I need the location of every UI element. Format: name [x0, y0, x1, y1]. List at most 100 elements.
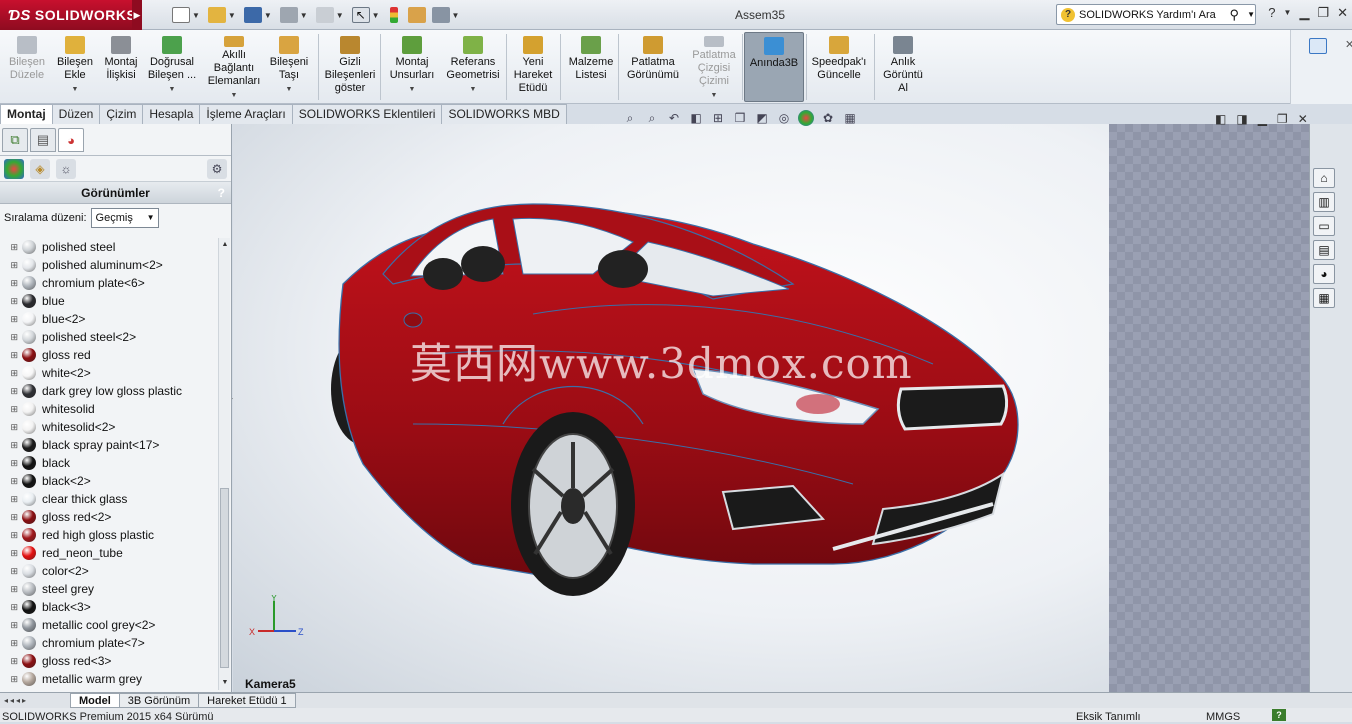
- help-search-input[interactable]: SOLIDWORKS Yardım'ı Ara: [1079, 9, 1216, 21]
- expand-icon[interactable]: ⊞: [4, 566, 18, 577]
- file-explorer-icon[interactable]: ▭: [1313, 216, 1335, 236]
- custom-properties-icon[interactable]: ▦: [1313, 288, 1335, 308]
- ribbon-button-1[interactable]: Bileşen Ekle ▼: [54, 32, 96, 102]
- expand-icon[interactable]: ⊞: [4, 584, 18, 595]
- scroll-up-icon[interactable]: ▲: [219, 238, 231, 252]
- list-item[interactable]: ⊞ whitesolid: [0, 400, 218, 418]
- bottom-tab-0[interactable]: Model: [70, 693, 120, 708]
- decals-icon[interactable]: ◈: [30, 159, 50, 179]
- ribbon-dropdown-icon[interactable]: ▼: [231, 89, 238, 102]
- ribbon-button-11[interactable]: Patlatma Görünümü: [622, 32, 684, 102]
- bottom-tab-2[interactable]: Hareket Etüdü 1: [198, 693, 296, 708]
- expand-icon[interactable]: ⊞: [4, 620, 18, 631]
- ribbon-dropdown-icon[interactable]: ▼: [470, 83, 477, 96]
- bottom-tab-1[interactable]: 3B Görünüm: [118, 693, 200, 708]
- list-item[interactable]: ⊞ red high gloss plastic: [0, 526, 218, 544]
- expand-icon[interactable]: ⊞: [4, 656, 18, 667]
- tab-4[interactable]: İşleme Araçları: [199, 104, 293, 124]
- ribbon-dropdown-icon[interactable]: ▼: [169, 83, 176, 96]
- search-dropdown-icon[interactable]: ▼: [1247, 10, 1255, 19]
- tab-6[interactable]: SOLIDWORKS MBD: [441, 104, 567, 124]
- property-manager-tab-icon[interactable]: ▤: [30, 128, 56, 152]
- tab-5[interactable]: SOLIDWORKS Eklentileri: [291, 104, 443, 124]
- scroll-thumb[interactable]: [220, 488, 229, 668]
- expand-icon[interactable]: ⊞: [4, 494, 18, 505]
- ribbon-dropdown-icon[interactable]: ▼: [711, 89, 718, 102]
- car-model[interactable]: [233, 124, 1109, 692]
- list-item[interactable]: ⊞ white<2>: [0, 364, 218, 382]
- ribbon-button-9[interactable]: Yeni Hareket Etüdü: [508, 32, 558, 102]
- zoom-to-fit-icon[interactable]: ⌕: [622, 110, 638, 126]
- display-options-icon[interactable]: ⚙: [207, 159, 227, 179]
- restore-icon[interactable]: ❐: [1317, 5, 1329, 21]
- menu-expand-arrow[interactable]: ▶: [132, 0, 142, 30]
- ribbon-button-7[interactable]: Montaj Unsurları ▼: [384, 32, 440, 102]
- list-item[interactable]: ⊞ chromium plate<6>: [0, 274, 218, 292]
- select-cursor-icon[interactable]: ↖: [351, 7, 370, 23]
- list-item[interactable]: ⊞ metallic cool grey<2>: [0, 616, 218, 634]
- expand-icon[interactable]: ⊞: [4, 368, 18, 379]
- undo-icon[interactable]: [315, 7, 334, 23]
- list-item[interactable]: ⊞ polished aluminum<2>: [0, 256, 218, 274]
- list-item[interactable]: ⊞ blue<2>: [0, 310, 218, 328]
- list-item[interactable]: ⊞ polished steel<2>: [0, 328, 218, 346]
- save-icon[interactable]: [243, 7, 262, 23]
- file-properties-icon[interactable]: [407, 7, 426, 23]
- hide-show-items-icon[interactable]: ◎: [776, 110, 792, 126]
- expand-icon[interactable]: ⊞: [4, 314, 18, 325]
- viewport-restore-icon[interactable]: ❐: [1277, 112, 1288, 126]
- tab-0[interactable]: Montaj: [0, 104, 53, 124]
- list-item[interactable]: ⊞ gloss red: [0, 346, 218, 364]
- feature-manager-tab-icon[interactable]: ⧉: [2, 128, 28, 152]
- list-item[interactable]: ⊞ polished steel: [0, 238, 218, 256]
- ribbon-dropdown-icon[interactable]: ▼: [72, 83, 79, 96]
- sort-order-select[interactable]: Geçmiş: [90, 208, 159, 228]
- list-item[interactable]: ⊞ chromium plate<7>: [0, 634, 218, 652]
- apply-scene-icon[interactable]: ✿: [820, 110, 836, 126]
- expand-icon[interactable]: ⊞: [4, 548, 18, 559]
- help-menu-dropdown-icon[interactable]: ▼: [1284, 8, 1292, 21]
- expand-icon[interactable]: ⊞: [4, 332, 18, 343]
- ribbon-button-12[interactable]: Patlatma Çizgisi Çizimi ▼: [688, 32, 740, 102]
- search-icon[interactable]: ⚲: [1230, 7, 1240, 23]
- expand-icon[interactable]: ⊞: [4, 350, 18, 361]
- ribbon-button-4[interactable]: Akıllı Bağlantı Elemanları ▼: [204, 32, 264, 102]
- open-folder-icon[interactable]: [207, 7, 226, 23]
- list-item[interactable]: ⊞ gloss red<2>: [0, 508, 218, 526]
- list-item[interactable]: ⊞ red_neon_tube: [0, 544, 218, 562]
- list-item[interactable]: ⊞ whitesolid<2>: [0, 418, 218, 436]
- ribbon-button-6[interactable]: Gizli Bileşenleri göster: [320, 32, 380, 102]
- expand-icon[interactable]: ⊞: [4, 674, 18, 685]
- appearances-icon[interactable]: [4, 159, 24, 179]
- expand-icon[interactable]: ⊞: [4, 476, 18, 487]
- expand-icon[interactable]: ⊞: [4, 404, 18, 415]
- design-library-icon[interactable]: ▥: [1313, 192, 1335, 212]
- expand-icon[interactable]: ⊞: [4, 602, 18, 613]
- view-settings-icon[interactable]: ▦: [842, 110, 858, 126]
- viewport-close-icon[interactable]: ✕: [1298, 112, 1308, 126]
- ribbon-button-3[interactable]: Doğrusal Bileşen ... ▼: [144, 32, 200, 102]
- tile-left-icon[interactable]: ◧: [1215, 112, 1226, 126]
- list-item[interactable]: ⊞ gloss red<3>: [0, 652, 218, 670]
- task-pane-toggle-icon[interactable]: [1309, 38, 1327, 54]
- list-item[interactable]: ⊞ dark grey low gloss plastic: [0, 382, 218, 400]
- help-search-box[interactable]: ? SOLIDWORKS Yardım'ı Ara ⚲ ▼: [1056, 4, 1256, 25]
- ribbon-button-2[interactable]: Montaj İlişkisi: [100, 32, 142, 102]
- list-item[interactable]: ⊞ blue: [0, 292, 218, 310]
- minimize-icon[interactable]: ▁: [1299, 5, 1309, 21]
- view-orientation-icon[interactable]: ❒: [732, 110, 748, 126]
- ribbon-button-0[interactable]: Bileşen Düzele: [4, 32, 50, 102]
- tab-scroll-arrows-icon[interactable]: ◂◂◂▸: [0, 696, 70, 705]
- expand-icon[interactable]: ⊞: [4, 242, 18, 253]
- status-help-icon[interactable]: ?: [1272, 709, 1286, 721]
- display-style-icon[interactable]: ◩: [754, 110, 770, 126]
- expand-icon[interactable]: ⊞: [4, 458, 18, 469]
- ribbon-button-13[interactable]: Anında3B: [744, 32, 804, 102]
- list-item[interactable]: ⊞ steel grey: [0, 580, 218, 598]
- display-manager-tab-icon[interactable]: ◕: [58, 128, 84, 152]
- ribbon-dropdown-icon[interactable]: ▼: [286, 83, 293, 96]
- list-item[interactable]: ⊞ color<2>: [0, 562, 218, 580]
- rebuild-icon[interactable]: [389, 7, 398, 23]
- expand-icon[interactable]: ⊞: [4, 260, 18, 271]
- edit-appearance-icon[interactable]: [798, 110, 814, 126]
